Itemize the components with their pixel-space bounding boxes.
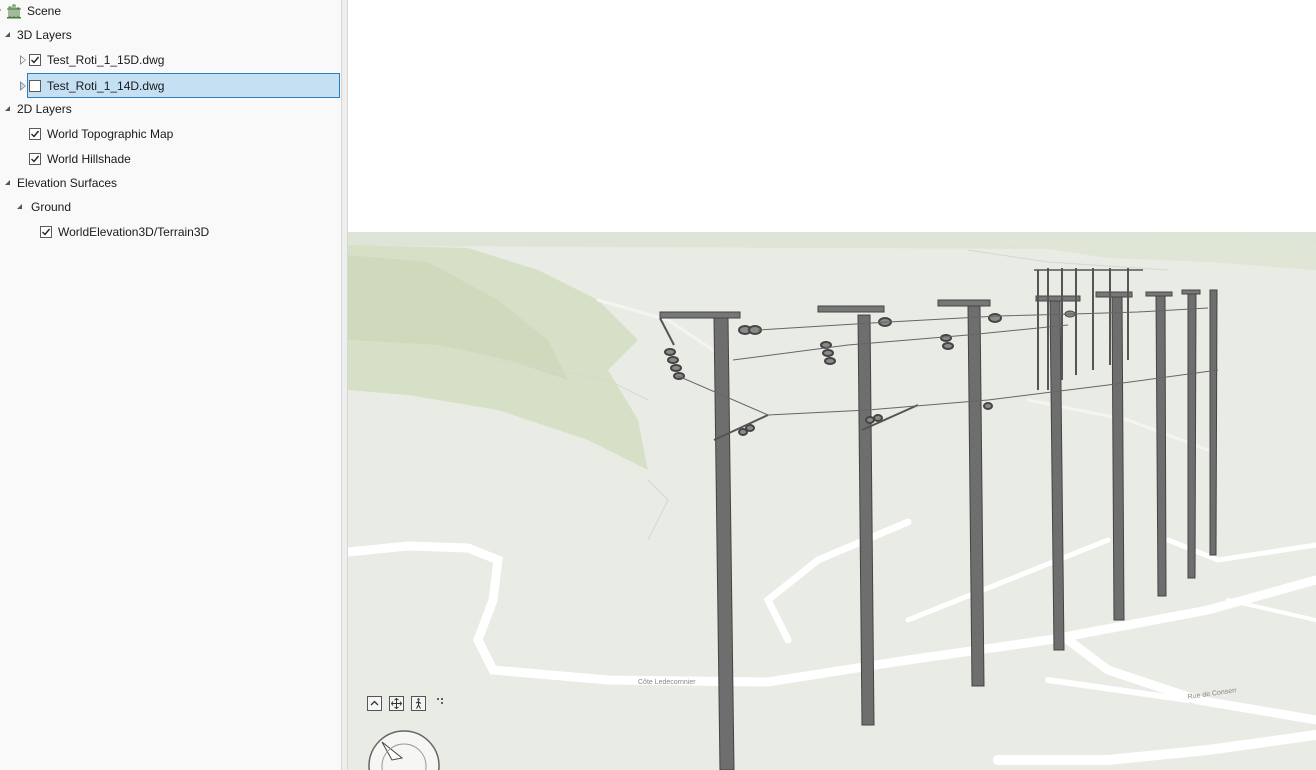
chevron-up-icon[interactable] xyxy=(367,696,382,711)
pole xyxy=(1209,289,1218,556)
collapse-arrow-icon[interactable] xyxy=(5,106,10,111)
layer-label: Test_Roti_1_15D.dwg xyxy=(47,53,165,67)
collapse-arrow-icon[interactable] xyxy=(5,180,10,185)
contents-pane: Scene 3D Layers Test_Roti_1_15D.dwg Test… xyxy=(0,0,341,770)
scene-canvas[interactable]: Rue de Conserr Côte Ledecornnier xyxy=(348,0,1316,770)
tree-group-ground[interactable]: Ground xyxy=(0,196,340,218)
layer-item-selected[interactable]: Test_Roti_1_14D.dwg xyxy=(20,73,340,98)
scene-view[interactable]: Rue de Conserr Côte Ledecornnier xyxy=(348,0,1316,770)
visibility-checkbox[interactable] xyxy=(29,54,41,66)
visibility-checkbox[interactable] xyxy=(29,153,41,165)
group-label: 2D Layers xyxy=(17,102,72,116)
full-extent-icon[interactable] xyxy=(389,696,404,711)
expand-arrow-icon[interactable] xyxy=(20,55,26,65)
group-label: Elevation Surfaces xyxy=(17,176,118,190)
visibility-checkbox[interactable] xyxy=(29,80,41,92)
pan-icon[interactable] xyxy=(436,696,446,706)
pane-splitter[interactable] xyxy=(341,0,348,770)
visibility-checkbox[interactable] xyxy=(40,226,52,238)
sky xyxy=(348,0,1316,232)
navigator-icon[interactable] xyxy=(366,728,442,770)
group-label: 3D Layers xyxy=(17,28,72,42)
tree-group-2d-layers[interactable]: 2D Layers xyxy=(0,98,340,120)
scene-icon xyxy=(6,3,22,26)
expand-arrow-icon[interactable] xyxy=(0,6,1,14)
layer-label: World Topographic Map xyxy=(47,127,174,141)
group-label: Ground xyxy=(31,200,72,214)
road-label: Côte Ledecornnier xyxy=(638,679,696,686)
layer-item[interactable]: World Hillshade xyxy=(0,148,340,170)
tree-item-scene[interactable]: Scene xyxy=(0,0,340,22)
walk-mode-icon[interactable] xyxy=(411,696,426,711)
expand-arrow-icon[interactable] xyxy=(20,81,26,91)
layer-item[interactable]: Test_Roti_1_15D.dwg xyxy=(0,49,340,71)
scene-label: Scene xyxy=(27,4,62,18)
collapse-arrow-icon[interactable] xyxy=(5,32,10,37)
layer-item[interactable]: World Topographic Map xyxy=(0,123,340,145)
visibility-checkbox[interactable] xyxy=(29,128,41,140)
tree-group-3d-layers[interactable]: 3D Layers xyxy=(0,24,340,46)
layer-label: Test_Roti_1_14D.dwg xyxy=(47,79,165,93)
layer-label: World Hillshade xyxy=(47,152,131,166)
collapse-arrow-icon[interactable] xyxy=(17,204,22,209)
tree-group-elevation-surfaces[interactable]: Elevation Surfaces xyxy=(0,172,340,194)
app-window: Scene 3D Layers Test_Roti_1_15D.dwg Test… xyxy=(0,0,1316,770)
layer-item[interactable]: WorldElevation3D/Terrain3D xyxy=(0,221,340,243)
layer-label: WorldElevation3D/Terrain3D xyxy=(58,225,210,239)
